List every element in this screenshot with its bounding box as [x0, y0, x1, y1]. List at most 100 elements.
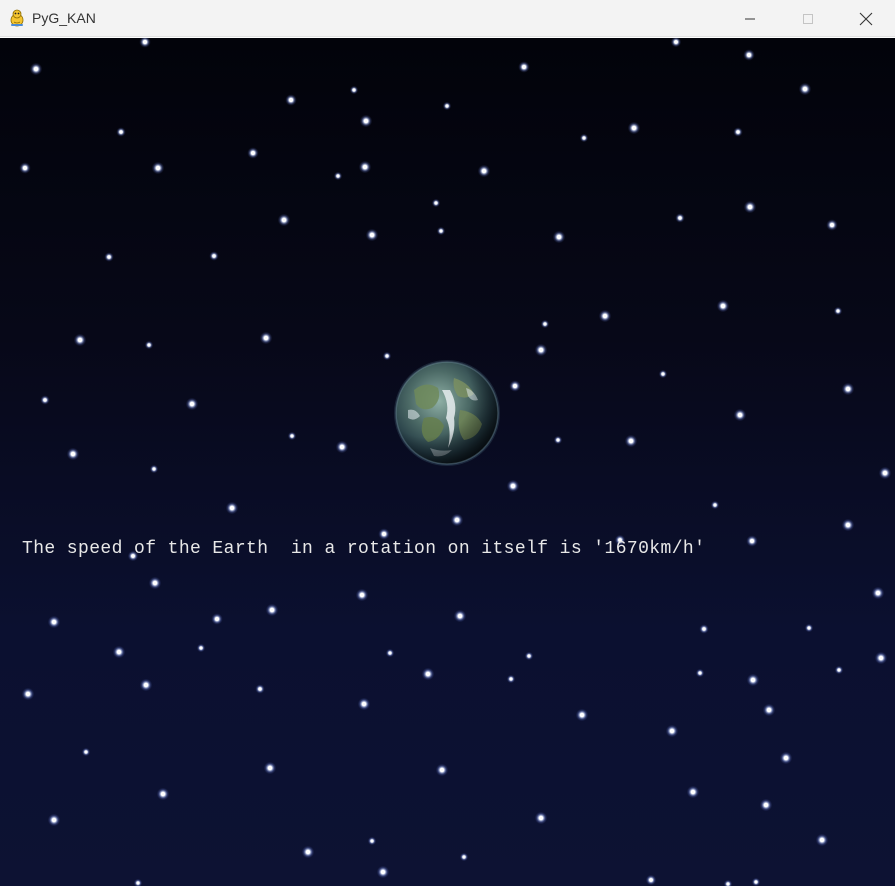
star-core: [462, 855, 466, 859]
star-core: [783, 755, 789, 761]
star-core: [747, 53, 751, 57]
star-core: [538, 347, 544, 353]
star-core: [556, 234, 562, 240]
star-core: [339, 444, 345, 450]
star-core: [136, 881, 140, 885]
star-core: [766, 707, 772, 713]
star-core: [669, 728, 675, 734]
star-core: [251, 151, 255, 155]
star-core: [556, 438, 560, 442]
star-core: [77, 337, 83, 343]
star-core: [290, 434, 294, 438]
star-core: [845, 386, 851, 392]
star-core: [690, 789, 696, 795]
star-core: [336, 174, 340, 178]
star-core: [445, 104, 449, 108]
star-core: [631, 125, 637, 131]
star-core: [628, 438, 634, 444]
star-core: [875, 590, 881, 596]
star-core: [702, 627, 706, 631]
star-core: [369, 232, 375, 238]
pygame-snake-icon: [8, 9, 26, 27]
star-core: [763, 802, 769, 808]
star-core: [538, 815, 544, 821]
star-core: [212, 254, 216, 258]
earth-speed-message: The speed of the Earth in a rotation on …: [22, 539, 706, 559]
star-core: [439, 767, 445, 773]
star-core: [152, 580, 158, 586]
star-core: [385, 354, 389, 358]
star-core: [84, 750, 88, 754]
star-core: [750, 539, 754, 543]
star-core: [281, 217, 287, 223]
star-core: [434, 201, 438, 205]
star-core: [457, 613, 463, 619]
star-core: [363, 118, 369, 124]
star-core: [269, 607, 275, 613]
close-button[interactable]: [837, 0, 895, 37]
star-core: [807, 626, 811, 630]
star-core: [522, 65, 526, 69]
star-core: [713, 503, 717, 507]
star-core: [70, 451, 76, 457]
window-title: PyG_KAN: [32, 10, 96, 26]
maximize-button[interactable]: [779, 0, 837, 37]
star-core: [454, 517, 460, 523]
title-bar[interactable]: PyG_KAN: [0, 0, 895, 37]
star-core: [513, 384, 517, 388]
star-core: [837, 668, 841, 672]
star-core: [510, 483, 516, 489]
star-core: [830, 223, 834, 227]
star-core: [509, 677, 513, 681]
star-core: [352, 88, 356, 92]
star-core: [33, 66, 39, 72]
star-core: [215, 617, 219, 621]
game-canvas[interactable]: The speed of the Earth in a rotation on …: [0, 38, 895, 886]
maximize-icon: [802, 13, 814, 25]
star-core: [845, 522, 851, 528]
star-core: [382, 532, 386, 536]
close-icon: [859, 12, 873, 26]
star-core: [362, 164, 368, 170]
star-core: [527, 654, 531, 658]
minimize-icon: [744, 13, 756, 25]
star-core: [579, 712, 585, 718]
star-core: [361, 701, 367, 707]
star-core: [152, 467, 156, 471]
star-core: [263, 335, 269, 341]
minimize-button[interactable]: [721, 0, 779, 37]
star-core: [726, 882, 730, 886]
star-core: [155, 165, 161, 171]
star-core: [836, 309, 840, 313]
star-core: [602, 313, 608, 319]
star-core: [661, 372, 665, 376]
star-core: [116, 649, 122, 655]
star-core: [119, 130, 123, 134]
star-core: [160, 791, 166, 797]
earth-planet: [394, 360, 500, 466]
star-core: [737, 412, 743, 418]
star-core: [882, 470, 888, 476]
star-core: [43, 398, 47, 402]
star-core: [143, 40, 147, 44]
star-core: [51, 817, 57, 823]
star-core: [51, 619, 57, 625]
star-core: [543, 322, 547, 326]
star-core: [582, 136, 586, 140]
star-core: [750, 677, 756, 683]
star-core: [143, 682, 149, 688]
star-core: [107, 255, 111, 259]
star-core: [698, 671, 702, 675]
star-core: [802, 86, 808, 92]
star-core: [380, 869, 386, 875]
star-core: [305, 849, 311, 855]
star-core: [189, 401, 195, 407]
star-core: [258, 687, 262, 691]
star-core: [439, 229, 443, 233]
star-core: [370, 839, 374, 843]
star-core: [23, 166, 27, 170]
star-core: [674, 40, 678, 44]
app-window: PyG_KAN The speed of the Earth in a rota…: [0, 0, 895, 886]
star-core: [649, 878, 653, 882]
star-core: [754, 880, 758, 884]
